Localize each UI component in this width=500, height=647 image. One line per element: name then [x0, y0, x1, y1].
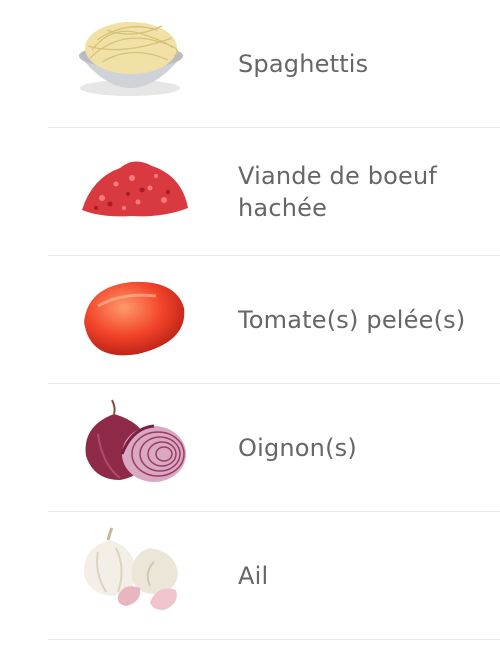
- ingredient-row: Ail: [48, 512, 500, 640]
- tomato-icon: [72, 266, 192, 361]
- onion-icon: [72, 394, 192, 489]
- ingredient-row: Tomate(s) pelée(s): [48, 256, 500, 384]
- ingredient-name: Viande de boeuf hachée: [238, 161, 438, 222]
- ingredient-name: Ail: [238, 561, 269, 590]
- ingredient-row: Oignon(s): [48, 384, 500, 512]
- ingredient-list: Spaghettis Viande de boeuf hachée Tomate…: [0, 0, 500, 640]
- ingredient-name: Oignon(s): [238, 433, 357, 462]
- ground-beef-icon: [72, 138, 192, 233]
- garlic-icon: [72, 522, 192, 617]
- spaghetti-icon: [72, 10, 192, 105]
- ingredient-name: Spaghettis: [238, 49, 369, 78]
- ingredient-row: Spaghettis: [48, 0, 500, 128]
- ingredient-name: Tomate(s) pelée(s): [238, 305, 466, 334]
- ingredient-row: Viande de boeuf hachée: [48, 128, 500, 256]
